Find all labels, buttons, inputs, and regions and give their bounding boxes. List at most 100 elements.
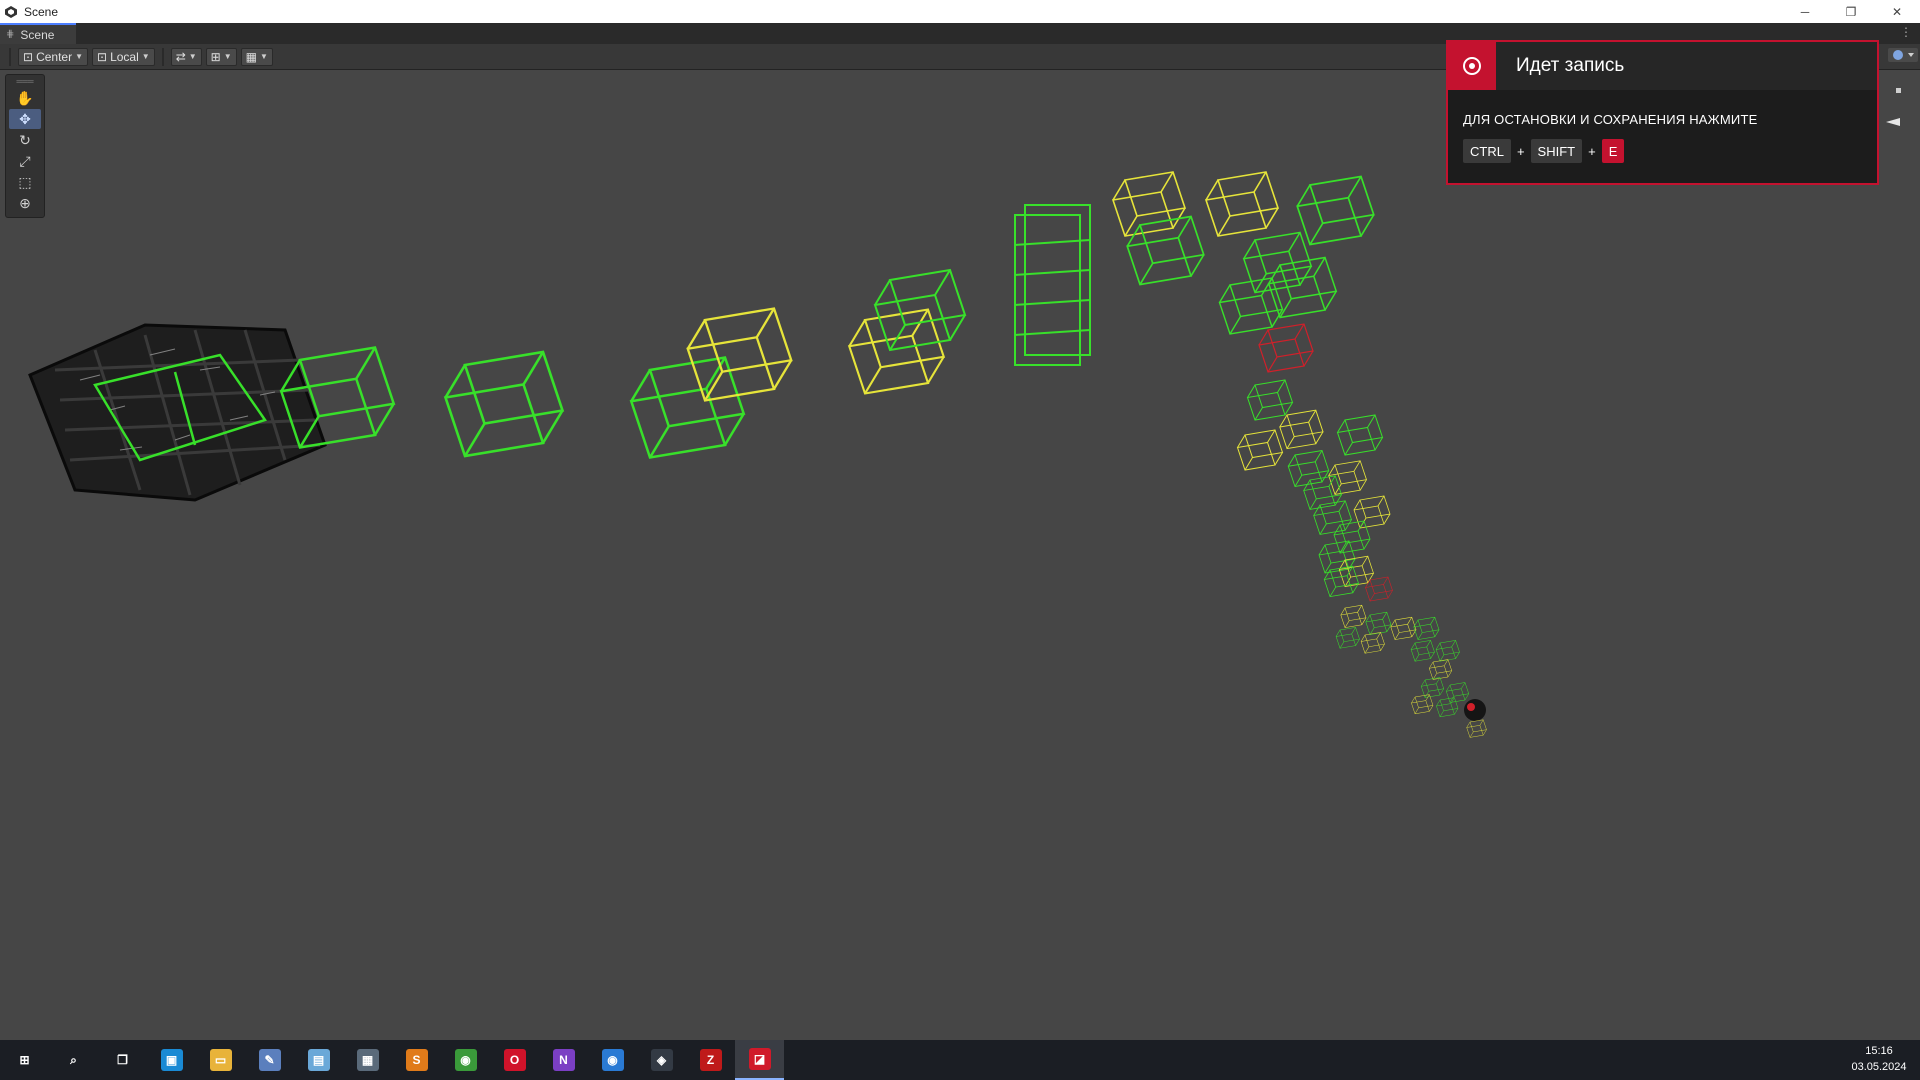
taskbar-paint-button[interactable]: ✎ bbox=[245, 1040, 294, 1080]
wire-cube-yellow[interactable] bbox=[686, 307, 793, 402]
scale-tool-icon[interactable]: ⤢ bbox=[9, 151, 41, 171]
paint-icon: ✎ bbox=[258, 1049, 281, 1071]
tab-menu-icon[interactable]: ⋮ bbox=[1900, 25, 1912, 39]
minimize-button[interactable]: ─ bbox=[1782, 0, 1828, 23]
wire-cube-yellow[interactable] bbox=[1112, 171, 1186, 237]
wire-cube-green[interactable] bbox=[1436, 697, 1459, 718]
wire-cube-yellow[interactable] bbox=[1338, 555, 1374, 587]
wire-cube-yellow[interactable] bbox=[1466, 719, 1487, 738]
snap-icon: ⇄ bbox=[175, 49, 186, 64]
taskbar-task-view-button[interactable]: ❐ bbox=[98, 1040, 147, 1080]
wire-cube-green[interactable] bbox=[1218, 277, 1284, 335]
space-mode-dropdown[interactable]: ⊡ Local ▼ bbox=[92, 47, 155, 66]
recording-hint: ДЛЯ ОСТАНОВКИ И СОХРАНЕНИЯ НАЖМИТЕ bbox=[1463, 112, 1758, 127]
sublime-text-icon: S bbox=[405, 1049, 428, 1071]
wire-cube-green[interactable] bbox=[1126, 215, 1205, 286]
task-view-icon: ❐ bbox=[111, 1049, 134, 1071]
taskbar-file-explorer-button[interactable]: ▭ bbox=[196, 1040, 245, 1080]
clock-time: 15:16 bbox=[1865, 1045, 1893, 1057]
wire-stack-green[interactable] bbox=[1014, 204, 1091, 366]
taskbar-search-button[interactable]: ⌕ bbox=[49, 1040, 98, 1080]
restore-button[interactable]: ❐ bbox=[1828, 0, 1874, 23]
tab-scene-label: Scene bbox=[20, 27, 55, 42]
chevron-down-icon: ▼ bbox=[141, 52, 150, 61]
chrome-icon: ◉ bbox=[454, 1049, 477, 1071]
chevron-down-icon: ▼ bbox=[75, 52, 84, 61]
taskbar-sublime-text-button[interactable]: S bbox=[392, 1040, 441, 1080]
wire-cube-green[interactable] bbox=[1287, 450, 1330, 487]
taskbar-amd-recorder-button[interactable]: ◪ bbox=[735, 1040, 784, 1080]
chrome-profile-icon: ◉ bbox=[601, 1049, 624, 1071]
chevron-down-icon: ▼ bbox=[223, 52, 232, 61]
wire-cube-green[interactable] bbox=[1413, 616, 1440, 640]
panel-drag-handle[interactable]: ═══ bbox=[12, 77, 38, 87]
hand-tool-icon[interactable]: ✋ bbox=[9, 88, 41, 108]
wire-cube-yellow[interactable] bbox=[1279, 409, 1324, 450]
system-clock[interactable]: 15:16 03.05.2024 bbox=[1844, 1043, 1914, 1075]
key-shift: SHIFT bbox=[1530, 139, 1583, 163]
view-options-button[interactable]: ▦ ▼ bbox=[240, 47, 273, 66]
taskbar-store-button[interactable]: ▣ bbox=[147, 1040, 196, 1080]
wire-cube-green[interactable] bbox=[1446, 682, 1469, 703]
rotate-tool-icon[interactable]: ↻ bbox=[9, 130, 41, 150]
visual-studio-icon: N bbox=[552, 1049, 575, 1071]
wire-cube-yellow[interactable] bbox=[1390, 616, 1417, 640]
taskbar-calculator-button[interactable]: ▦ bbox=[343, 1040, 392, 1080]
wire-cube-green[interactable] bbox=[1337, 414, 1383, 456]
wire-cube-green[interactable] bbox=[1410, 640, 1435, 662]
wire-cube-green[interactable] bbox=[630, 356, 745, 459]
grid-icon: ⊞ bbox=[210, 49, 221, 64]
toolbar-separator bbox=[9, 47, 11, 66]
taskbar-unity-button[interactable]: ◈ bbox=[637, 1040, 686, 1080]
transform-tool-icon[interactable]: ⊕ bbox=[9, 193, 41, 213]
wire-cube-green[interactable] bbox=[1335, 627, 1360, 649]
wire-cube-yellow[interactable] bbox=[848, 308, 945, 395]
wire-cube-red[interactable] bbox=[1365, 576, 1393, 602]
wire-cube-yellow[interactable] bbox=[1360, 632, 1385, 654]
wire-cube-yellow[interactable] bbox=[1429, 659, 1452, 680]
pivot-mode-dropdown[interactable]: ⊡ Center ▼ bbox=[18, 47, 89, 66]
move-tool-icon[interactable]: ✥ bbox=[9, 109, 41, 129]
recording-notification: Идет запись ДЛЯ ОСТАНОВКИ И СОХРАНЕНИЯ Н… bbox=[1446, 40, 1879, 185]
mesh-cube[interactable] bbox=[28, 323, 327, 502]
filezilla-icon: Z bbox=[699, 1049, 722, 1071]
taskbar-chrome-button[interactable]: ◉ bbox=[441, 1040, 490, 1080]
amd-recorder-icon: ◪ bbox=[748, 1048, 771, 1070]
windows-start-icon: ⊞ bbox=[13, 1049, 36, 1071]
wire-cube-yellow[interactable] bbox=[1340, 604, 1367, 628]
taskbar-chrome-profile-button[interactable]: ◉ bbox=[588, 1040, 637, 1080]
taskbar-visual-studio-button[interactable]: N bbox=[539, 1040, 588, 1080]
wire-cube-green[interactable] bbox=[1323, 565, 1359, 597]
wire-cube-green[interactable] bbox=[1268, 256, 1337, 319]
wire-cube-green[interactable] bbox=[1435, 640, 1460, 662]
rect-tool-icon[interactable]: ⬚ bbox=[9, 172, 41, 192]
wire-cube-red[interactable] bbox=[1258, 323, 1314, 373]
scene-gizmo[interactable] bbox=[1880, 46, 1920, 186]
wire-cube-green[interactable] bbox=[444, 350, 564, 458]
taskbar-filezilla-button[interactable]: Z bbox=[686, 1040, 735, 1080]
close-button[interactable]: ✕ bbox=[1874, 0, 1920, 23]
wire-cube-yellow[interactable] bbox=[1237, 429, 1283, 471]
wire-cube-yellow[interactable] bbox=[1353, 495, 1391, 529]
wire-cube-yellow[interactable] bbox=[1411, 694, 1434, 715]
wire-cube-green[interactable] bbox=[1421, 677, 1444, 698]
calculator-icon: ▦ bbox=[356, 1049, 379, 1071]
wire-cube-green[interactable] bbox=[1243, 231, 1312, 294]
taskbar-notepad-button[interactable]: ▤ bbox=[294, 1040, 343, 1080]
snap-settings-button[interactable]: ⇄ ▼ bbox=[170, 47, 202, 66]
record-icon bbox=[1448, 42, 1496, 90]
wire-cube-yellow[interactable] bbox=[1205, 171, 1279, 237]
dark-sphere[interactable] bbox=[1464, 699, 1486, 721]
wire-cube-green[interactable] bbox=[1365, 611, 1392, 635]
grid-settings-button[interactable]: ⊞ ▼ bbox=[205, 47, 237, 66]
taskbar-windows-start-button[interactable]: ⊞ bbox=[0, 1040, 49, 1080]
wire-cube-green[interactable] bbox=[1318, 540, 1356, 574]
wire-cube-green[interactable] bbox=[1333, 520, 1371, 554]
wire-cube-green[interactable] bbox=[1247, 379, 1293, 421]
window-titlebar: Scene ─ ❐ ✕ bbox=[0, 0, 1920, 23]
taskbar-opera-button[interactable]: O bbox=[490, 1040, 539, 1080]
notepad-icon: ▤ bbox=[307, 1049, 330, 1071]
tab-scene[interactable]: ⋕ Scene bbox=[0, 23, 76, 44]
wire-cube-green[interactable] bbox=[1296, 175, 1375, 246]
scene-viewport[interactable] bbox=[0, 70, 1920, 1040]
